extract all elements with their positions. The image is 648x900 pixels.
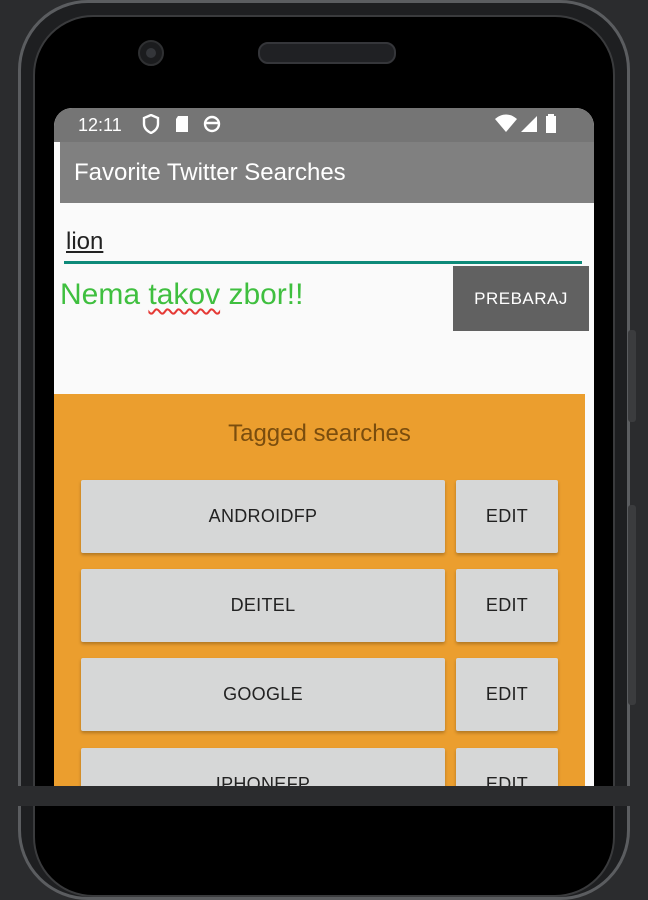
sd-card-icon bbox=[174, 114, 190, 139]
tag-button-deitel[interactable]: DEITEL bbox=[81, 569, 445, 642]
sync-icon bbox=[202, 114, 222, 139]
search-button[interactable]: PREBARAJ bbox=[453, 266, 589, 331]
edit-button-google[interactable]: EDIT bbox=[456, 658, 558, 731]
input-underline bbox=[64, 261, 582, 264]
volume-button bbox=[628, 505, 636, 705]
tag-button-androidfp[interactable]: ANDROIDFP bbox=[81, 480, 445, 553]
tagged-searches-panel: Tagged searches ANDROIDFP EDIT DEITEL ED… bbox=[54, 394, 585, 806]
app-screen: 12:11 Favorite Twitter Searches Nema tak… bbox=[54, 108, 594, 806]
front-camera-icon bbox=[138, 40, 164, 66]
tag-button-google[interactable]: GOOGLE bbox=[81, 658, 445, 731]
signal-icon bbox=[519, 114, 539, 139]
result-word: Nema bbox=[60, 278, 141, 311]
result-message: Nema takov zbor!! bbox=[60, 278, 303, 312]
earpiece-speaker bbox=[258, 42, 396, 64]
status-time: 12:11 bbox=[78, 115, 122, 135]
bottom-bar bbox=[0, 786, 648, 806]
app-bar: Favorite Twitter Searches bbox=[60, 142, 594, 203]
battery-icon bbox=[545, 114, 557, 139]
edit-button-androidfp[interactable]: EDIT bbox=[456, 480, 558, 553]
edit-button-deitel[interactable]: EDIT bbox=[456, 569, 558, 642]
app-title: Favorite Twitter Searches bbox=[74, 159, 346, 186]
shield-icon bbox=[142, 113, 160, 139]
search-query-input[interactable] bbox=[64, 224, 582, 260]
power-button bbox=[628, 330, 636, 422]
tagged-searches-title: Tagged searches bbox=[228, 420, 411, 447]
app-bar-edge bbox=[54, 142, 60, 203]
status-bar: 12:11 bbox=[54, 108, 594, 142]
result-word-misspelled: takov bbox=[148, 278, 221, 311]
result-word: zbor!! bbox=[228, 278, 304, 311]
wifi-icon bbox=[494, 114, 518, 139]
